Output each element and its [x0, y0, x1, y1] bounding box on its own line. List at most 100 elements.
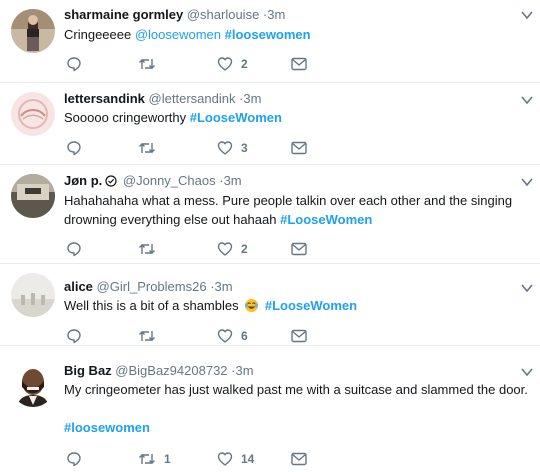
like-button[interactable]: 3: [217, 138, 248, 158]
avatar[interactable]: [11, 363, 55, 407]
tweet-header: lettersandink @lettersandink ·3m: [64, 90, 261, 108]
retweet-button[interactable]: [138, 138, 164, 158]
retweet-icon: [139, 331, 155, 341]
like-icon: [217, 57, 233, 71]
tweet-text: Cringeeeee @loosewomen #loosewomen: [64, 25, 528, 44]
timestamp[interactable]: 3m: [236, 363, 254, 378]
timestamp[interactable]: 3m: [267, 7, 285, 22]
reply-button[interactable]: [66, 54, 90, 74]
tweet-header: Jøn p. @Jonny_Chaos ·3m: [64, 172, 242, 190]
like-icon: [217, 141, 233, 155]
tweet: Jøn p. @Jonny_Chaos ·3m Hahahahaha what …: [0, 165, 540, 264]
avatar[interactable]: [11, 9, 55, 53]
dm-button[interactable]: [291, 449, 307, 469]
user-handle[interactable]: @Jonny_Chaos: [123, 173, 216, 188]
avatar[interactable]: [11, 273, 55, 317]
avatar[interactable]: [11, 92, 55, 136]
verified-circle-icon: [105, 175, 117, 187]
like-count: 6: [241, 329, 248, 343]
tweet-actions: 1 14: [64, 449, 314, 469]
tweet-actions: 3: [64, 138, 314, 158]
like-button[interactable]: 2: [217, 239, 248, 259]
tweet: sharmaine gormley @sharlouise ·3m Cringe…: [0, 0, 540, 83]
retweet-icon: [139, 59, 155, 69]
retweet-button[interactable]: [138, 54, 164, 74]
hashtag-link[interactable]: #loosewomen: [225, 27, 311, 42]
tweet-text: Hahahahaha what a mess. Pure people talk…: [64, 191, 528, 229]
tweet-header: alice @Girl_Problems26 ·3m: [64, 278, 233, 296]
dm-icon: [291, 57, 307, 71]
retweet-button[interactable]: 1: [138, 449, 171, 469]
like-count: 3: [241, 141, 248, 155]
tweet: Big Baz @BigBaz94208732 ·3m My cringeome…: [0, 346, 540, 472]
chevron-down-icon[interactable]: [521, 10, 533, 20]
tweet-text-plain: Well this is a bit of a shambles: [64, 298, 243, 313]
tweet-text: Sooooo cringeworthy #LooseWomen: [64, 108, 528, 127]
user-handle[interactable]: @lettersandink: [149, 91, 236, 106]
chevron-down-icon[interactable]: [521, 283, 533, 293]
retweet-count: 1: [164, 452, 171, 466]
timestamp[interactable]: 3m: [215, 279, 233, 294]
retweet-icon: [139, 244, 155, 254]
dm-icon: [291, 141, 307, 155]
user-handle[interactable]: @Girl_Problems26: [97, 279, 207, 294]
dm-icon: [291, 452, 307, 466]
avatar[interactable]: [11, 174, 55, 218]
user-handle[interactable]: @sharlouise: [187, 7, 259, 22]
retweet-icon: [139, 143, 155, 153]
display-name[interactable]: Jøn p.: [64, 173, 102, 188]
dm-icon: [291, 329, 307, 343]
tweet-actions: 2: [64, 54, 314, 74]
like-count: 14: [241, 452, 255, 466]
reply-button[interactable]: [66, 239, 90, 259]
reply-icon: [67, 452, 81, 467]
tweet-text: Well this is a bit of a shambles #LooseW…: [64, 296, 528, 315]
like-count: 2: [241, 242, 248, 256]
tweet-header: Big Baz @BigBaz94208732 ·3m: [64, 362, 254, 380]
display-name[interactable]: alice: [64, 279, 93, 294]
tweet-feed: sharmaine gormley @sharlouise ·3m Cringe…: [0, 0, 540, 472]
tweet: alice @Girl_Problems26 ·3m Well this is …: [0, 264, 540, 346]
like-count: 2: [241, 57, 248, 71]
dm-button[interactable]: [291, 54, 307, 74]
timestamp[interactable]: 3m: [224, 173, 242, 188]
reply-icon: [67, 57, 81, 72]
tweet-text-hashtag-line: #loosewomen: [64, 418, 528, 437]
dm-icon: [291, 242, 307, 256]
tweet: lettersandink @lettersandink ·3m Sooooo …: [0, 83, 540, 165]
tweet-actions: 6: [64, 326, 314, 346]
hashtag-link[interactable]: #LooseWomen: [190, 110, 282, 125]
retweet-icon: [139, 454, 155, 464]
like-icon: [217, 452, 233, 466]
like-button[interactable]: 2: [217, 54, 248, 74]
dm-button[interactable]: [291, 239, 307, 259]
tweet-text: My cringeometer has just walked past me …: [64, 380, 528, 399]
hashtag-link[interactable]: #LooseWomen: [280, 212, 372, 227]
like-icon: [217, 242, 233, 256]
display-name[interactable]: lettersandink: [64, 91, 145, 106]
reply-button[interactable]: [66, 449, 90, 469]
chevron-down-icon[interactable]: [521, 367, 533, 377]
retweet-button[interactable]: [138, 239, 164, 259]
hashtag-link[interactable]: #loosewomen: [64, 420, 150, 435]
chevron-down-icon[interactable]: [521, 95, 533, 105]
reply-button[interactable]: [66, 326, 90, 346]
dm-button[interactable]: [291, 138, 307, 158]
like-button[interactable]: 6: [217, 326, 248, 346]
tweet-text-plain: Sooooo cringeworthy: [64, 110, 190, 125]
timestamp[interactable]: 3m: [243, 91, 261, 106]
reply-button[interactable]: [66, 138, 90, 158]
display-name[interactable]: Big Baz: [64, 363, 112, 378]
tweet-text-plain: Cringeeeee: [64, 27, 135, 42]
like-icon: [217, 329, 233, 343]
user-handle[interactable]: @BigBaz94208732: [115, 363, 227, 378]
reply-icon: [67, 141, 81, 156]
mention-link[interactable]: @loosewomen: [135, 27, 221, 42]
chevron-down-icon[interactable]: [521, 177, 533, 187]
dm-button[interactable]: [291, 326, 307, 346]
retweet-button[interactable]: [138, 326, 164, 346]
display-name[interactable]: sharmaine gormley: [64, 7, 183, 22]
tweet-header: sharmaine gormley @sharlouise ·3m: [64, 6, 285, 24]
hashtag-link[interactable]: #LooseWomen: [265, 298, 357, 313]
like-button[interactable]: 14: [217, 449, 254, 469]
